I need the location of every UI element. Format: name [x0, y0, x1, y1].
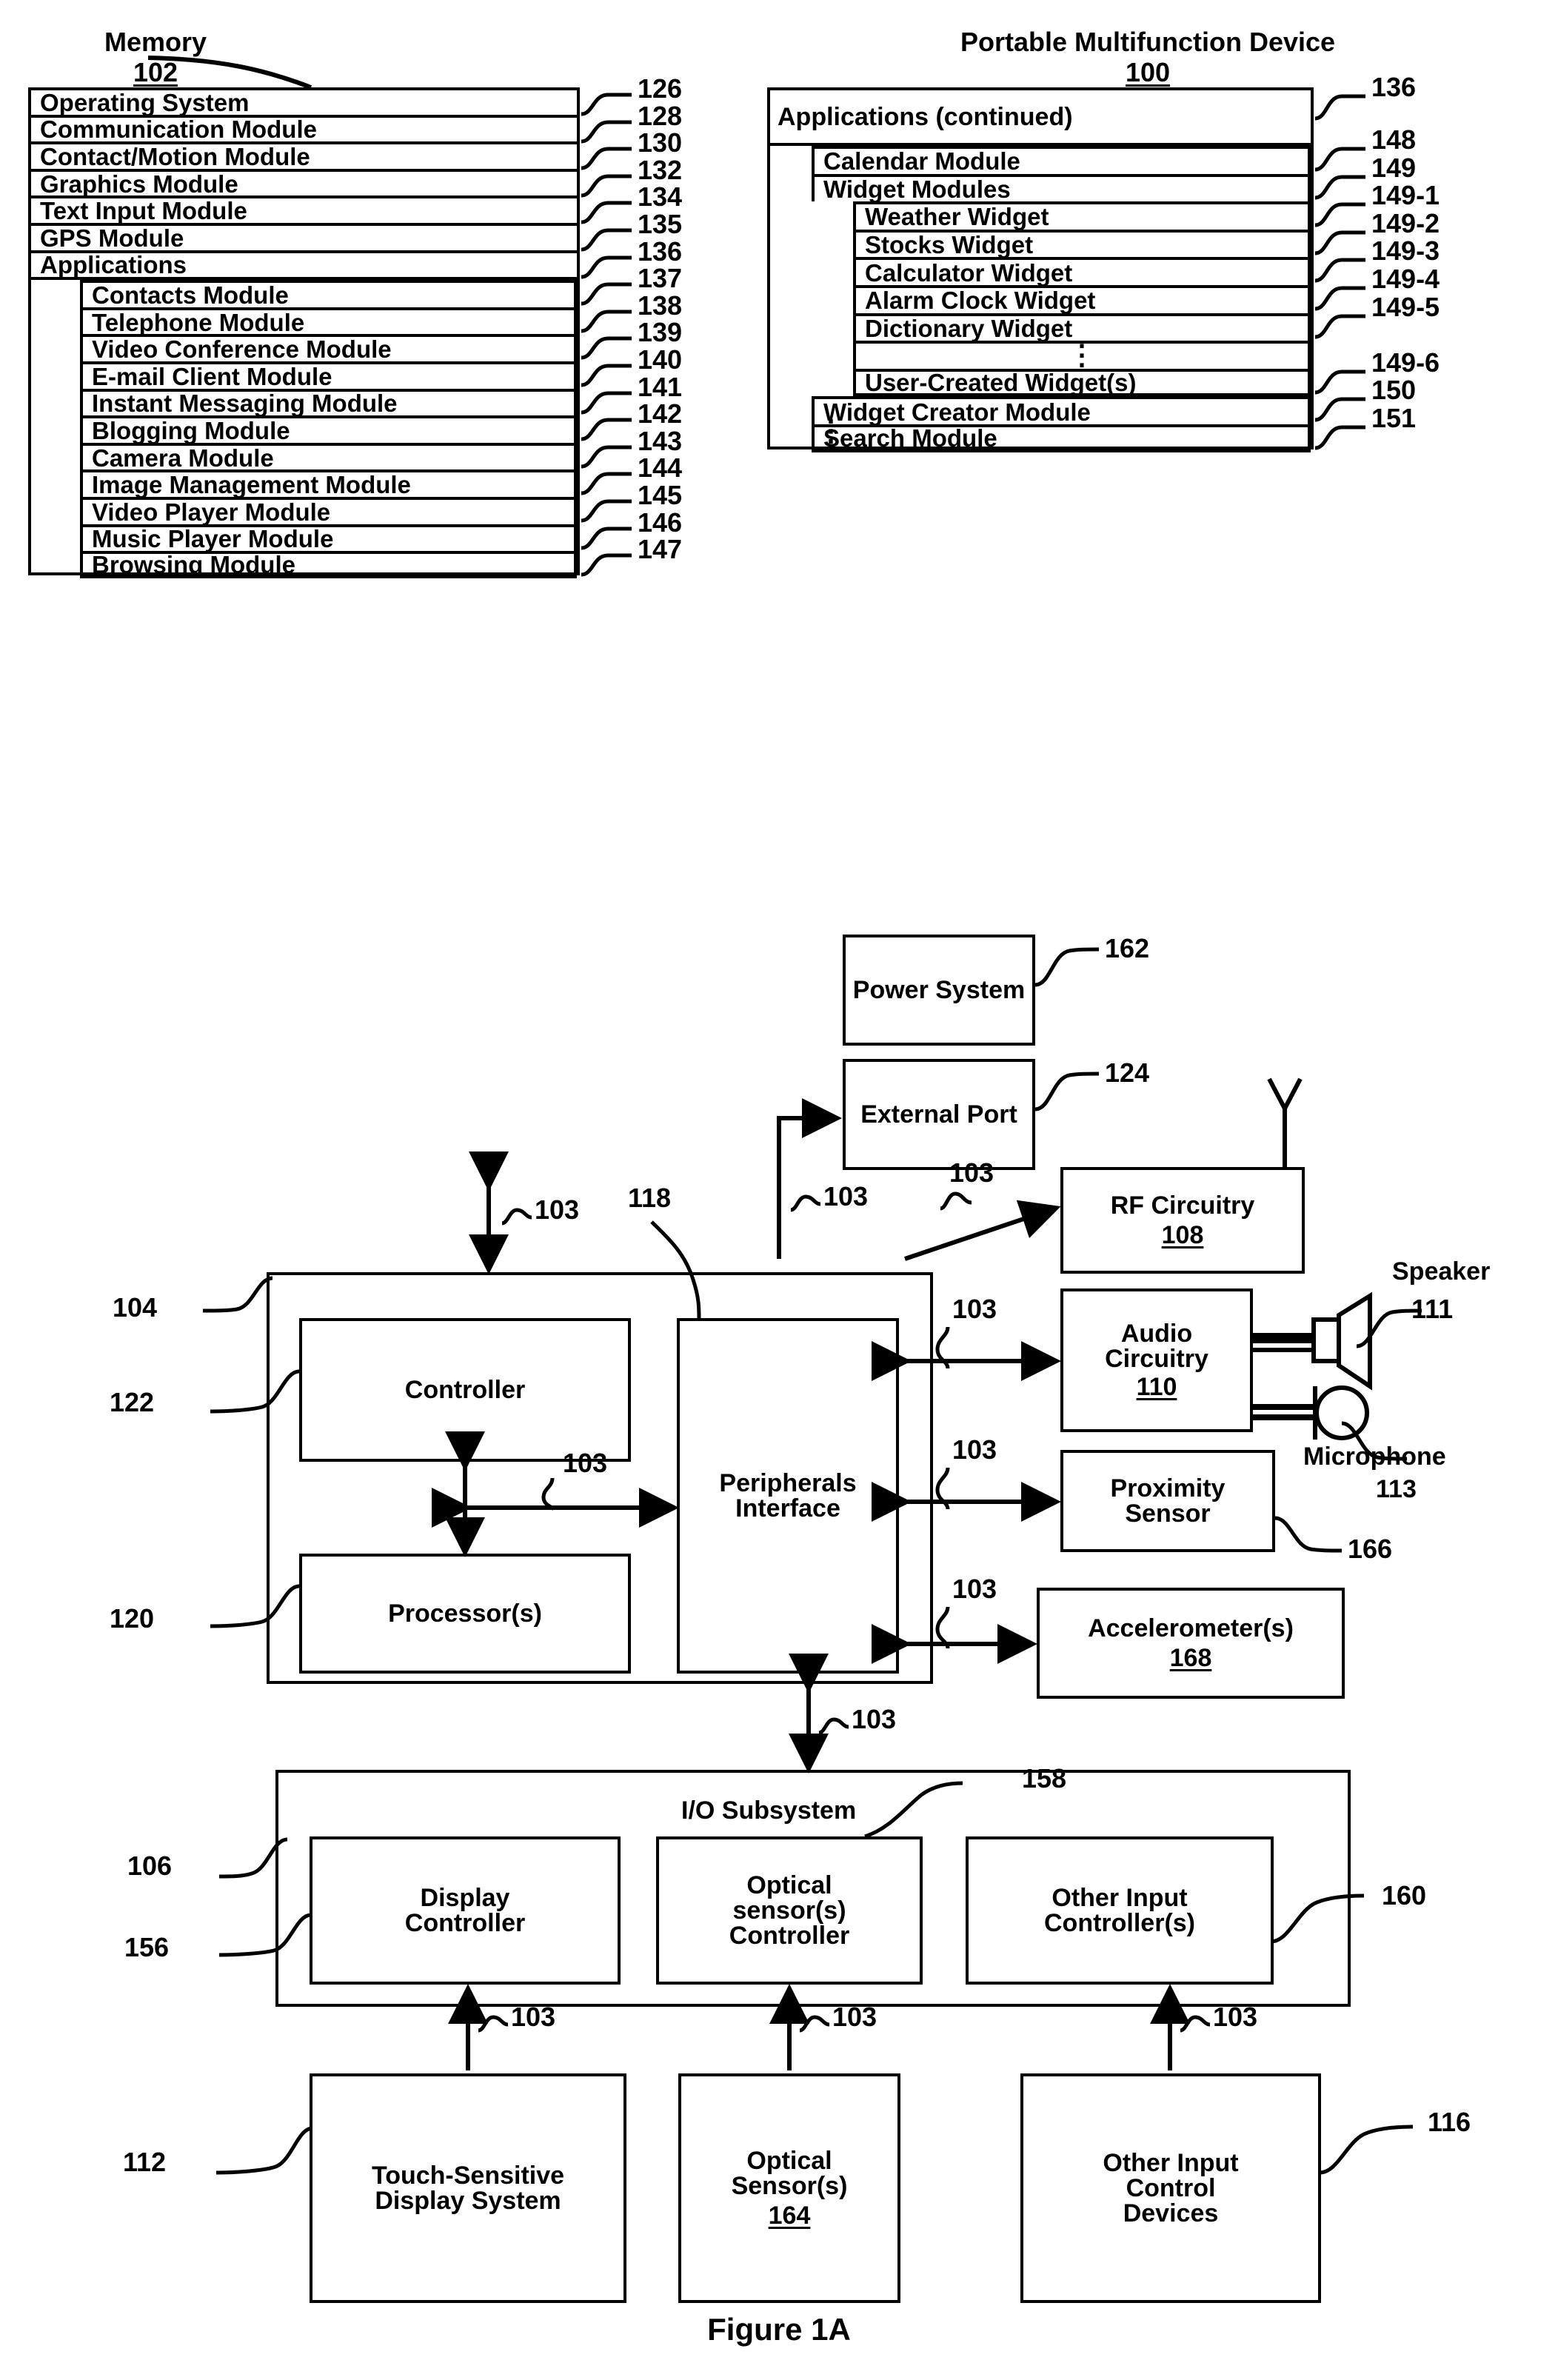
- squiggle-icon: [541, 1477, 555, 1511]
- squiggle-icon: [1180, 2015, 1211, 2033]
- bus-label-text: 103: [949, 1157, 994, 1188]
- bus-label-text: 103: [952, 1294, 997, 1324]
- squiggle-icon: [935, 1606, 950, 1649]
- squiggle-icon: [935, 1326, 950, 1369]
- bus-label-text: 103: [511, 2002, 556, 2032]
- bus-label-text: 103: [952, 1434, 997, 1465]
- squiggle-icon: [818, 1717, 849, 1735]
- squiggle-icon: [790, 1194, 821, 1212]
- bus-label-text: 103: [823, 1181, 869, 1211]
- bus-label-text: 103: [852, 1704, 897, 1734]
- bus-label-text: 103: [535, 1194, 580, 1225]
- squiggle-icon: [940, 1191, 972, 1211]
- bus-label-text: 103: [563, 1448, 608, 1478]
- bus-label-text: 103: [832, 2002, 877, 2032]
- figure-caption: Figure 1A: [707, 2312, 851, 2347]
- connector-lines: [432, 1098, 1190, 2070]
- squiggle-icon: [799, 2015, 830, 2033]
- squiggle-icon: [478, 2015, 509, 2033]
- squiggle-icon: [935, 1467, 950, 1510]
- squiggle-icon: [501, 1208, 532, 1226]
- bus-label-text: 103: [1213, 2002, 1258, 2032]
- bus-label-text: 103: [952, 1574, 997, 1604]
